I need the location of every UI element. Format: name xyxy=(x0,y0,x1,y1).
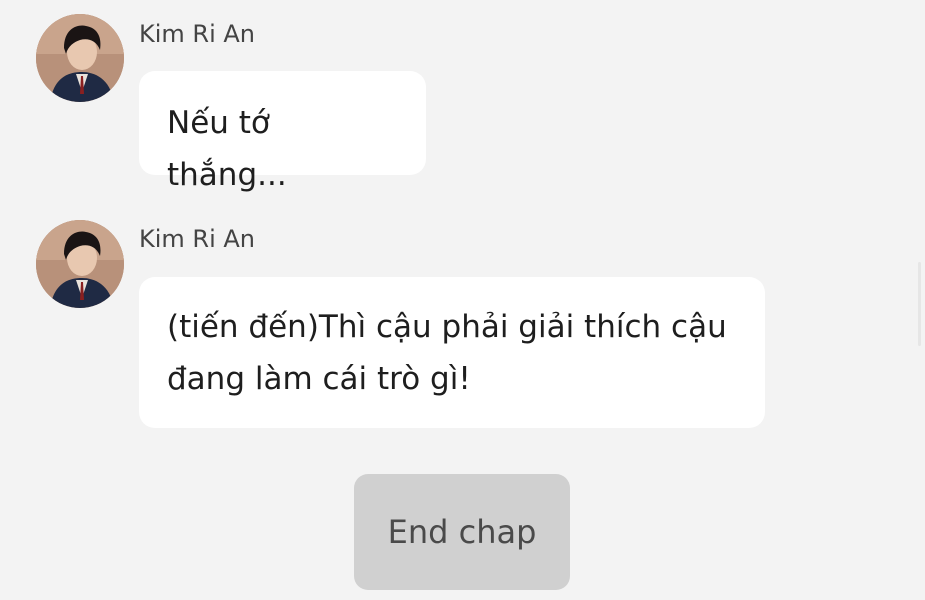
message-bubble: Nếu tớ thắng... xyxy=(139,71,426,193)
message-text-line: Nếu tớ thắng... xyxy=(167,105,287,193)
end-chap-button[interactable]: End chap xyxy=(354,474,570,590)
scrollbar[interactable] xyxy=(918,262,921,346)
message-text-line: (tiến đến)Thì cậu phải giải thích cậu xyxy=(167,309,727,345)
avatar[interactable] xyxy=(36,220,124,308)
sender-name: Kim Ri An xyxy=(139,225,256,253)
message-bubble: (tiến đến)Thì cậu phải giải thích cậu đa… xyxy=(139,277,765,428)
profile-photo-avatar-icon xyxy=(36,14,124,102)
profile-photo-avatar-icon xyxy=(36,220,124,308)
avatar[interactable] xyxy=(36,14,124,102)
message-text-line: đang làm cái trò gì! xyxy=(167,361,471,397)
sender-name: Kim Ri An xyxy=(139,20,256,48)
